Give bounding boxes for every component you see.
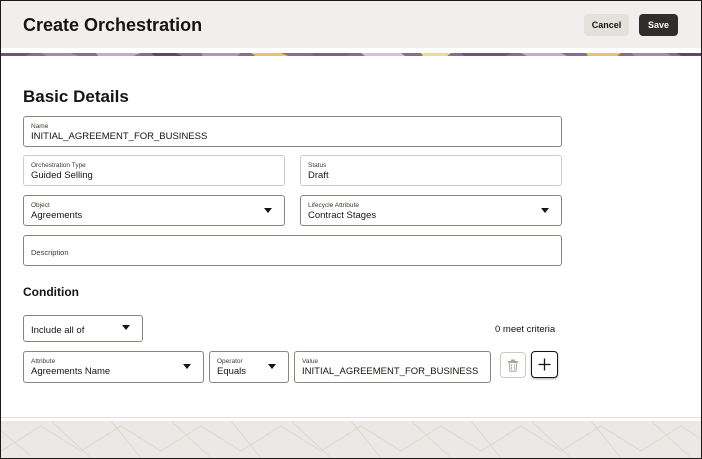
footer-divider — [1, 417, 701, 418]
cancel-button[interactable]: Cancel — [584, 14, 629, 36]
condition-operator-select[interactable]: Operator Equals — [209, 351, 289, 383]
create-orchestration-page: Create Orchestration Cancel Save Basic D… — [0, 0, 702, 459]
orchestration-type-field: Orchestration Type Guided Selling — [23, 155, 285, 186]
object-value: Agreements — [31, 210, 83, 221]
trash-icon — [508, 359, 518, 372]
status-label: Status — [308, 162, 327, 169]
condition-value-field[interactable]: Value INITIAL_AGREEMENT_FOR_BUSINESS — [294, 351, 491, 383]
header-decorative-banner — [1, 48, 701, 56]
caret-down-icon[interactable] — [183, 364, 191, 369]
description-label: Description — [31, 248, 69, 257]
page-title: Create Orchestration — [23, 15, 203, 35]
condition-attribute-label: Attribute — [31, 358, 56, 365]
footer-pattern-graphic — [1, 421, 701, 458]
status-field: Status Draft — [300, 155, 562, 186]
add-condition-button[interactable] — [531, 351, 558, 378]
condition-value-value: INITIAL_AGREEMENT_FOR_BUSINESS — [302, 366, 479, 377]
condition-operator-value: Equals — [217, 366, 247, 377]
page-footer-pattern — [1, 421, 701, 458]
save-button[interactable]: Save — [639, 14, 678, 36]
page-header: Create Orchestration Cancel Save — [1, 1, 701, 48]
caret-down-icon[interactable] — [541, 208, 549, 213]
object-select[interactable]: Object Agreements — [23, 195, 285, 226]
caret-down-icon[interactable] — [264, 208, 272, 213]
caret-down-icon[interactable] — [268, 364, 276, 369]
description-field[interactable]: Description — [23, 235, 562, 266]
condition-attribute-select[interactable]: Attribute Agreements Name — [23, 351, 204, 383]
plus-icon — [538, 358, 551, 371]
lifecycle-attribute-select[interactable]: Lifecycle Attribute Contract Stages — [300, 195, 562, 226]
condition-value-label: Value — [302, 358, 319, 365]
lifecycle-attribute-label: Lifecycle Attribute — [308, 202, 359, 209]
name-label: Name — [31, 123, 49, 130]
name-field[interactable]: Name INITIAL_AGREEMENT_FOR_BUSINESS — [23, 116, 562, 147]
condition-attribute-value: Agreements Name — [31, 366, 111, 377]
lifecycle-attribute-value: Contract Stages — [308, 210, 377, 221]
condition-heading: Condition — [23, 285, 79, 299]
banner-pattern-graphic — [1, 53, 701, 56]
name-value: INITIAL_AGREEMENT_FOR_BUSINESS — [31, 131, 208, 142]
match-mode-value: Include all of — [31, 325, 85, 336]
orchestration-type-value: Guided Selling — [31, 170, 93, 181]
orchestration-type-label: Orchestration Type — [31, 162, 86, 169]
caret-down-icon[interactable] — [122, 325, 130, 330]
meet-criteria-count: 0 meet criteria — [495, 324, 556, 335]
match-mode-select[interactable]: Include all of — [23, 315, 143, 342]
object-label: Object — [31, 202, 50, 209]
status-value: Draft — [308, 170, 329, 181]
condition-operator-label: Operator — [217, 358, 243, 365]
basic-details-heading: Basic Details — [23, 87, 129, 106]
delete-condition-button[interactable] — [500, 352, 526, 378]
